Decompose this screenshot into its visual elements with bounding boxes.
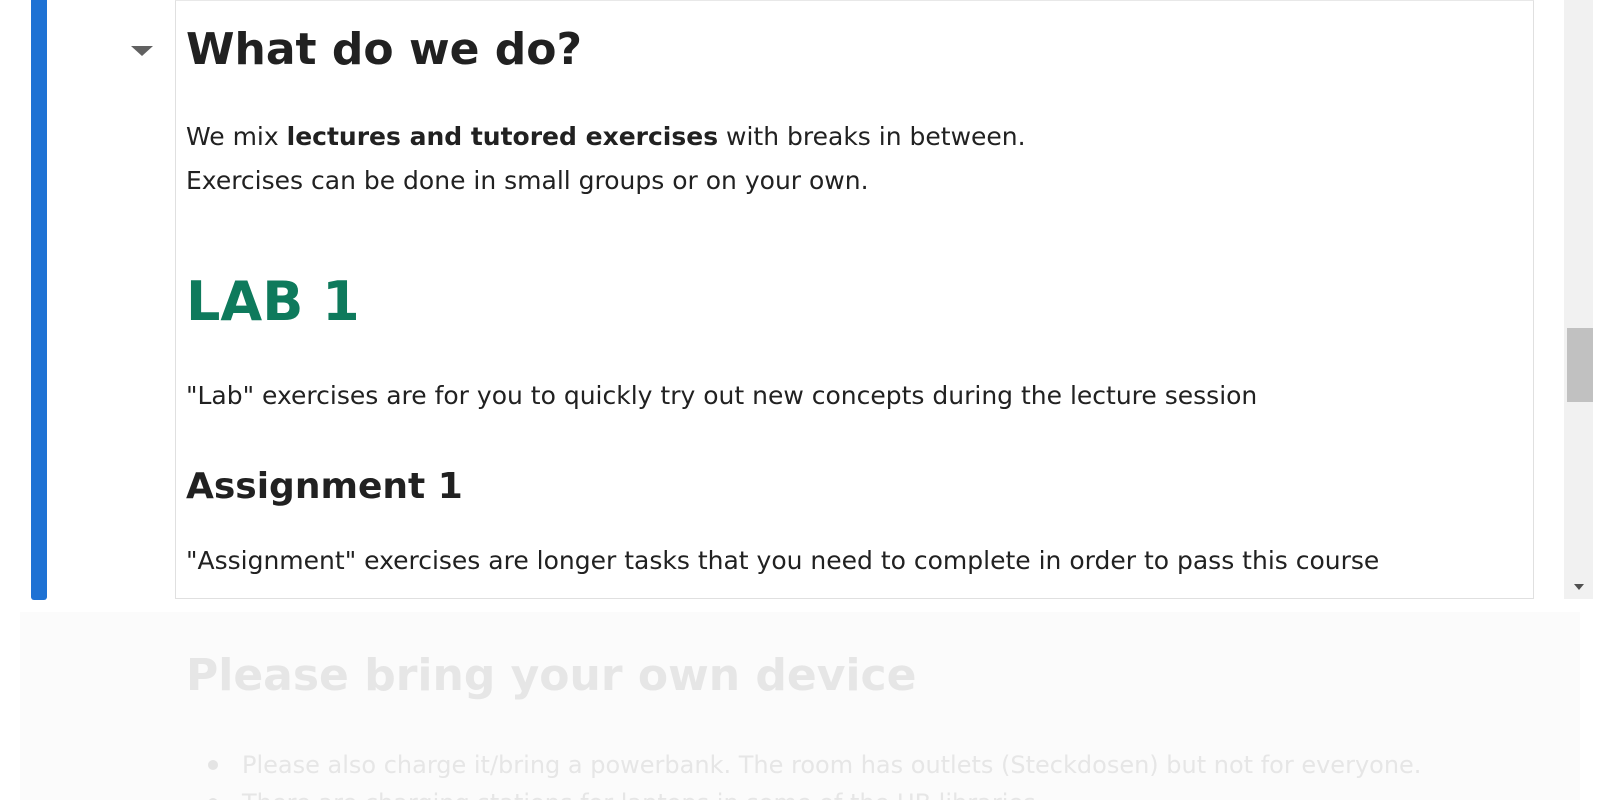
- section-heading: What do we do?: [186, 24, 582, 75]
- caret-down-icon[interactable]: [131, 46, 153, 56]
- intro-text-bold: lectures and tutored exercises: [286, 122, 719, 151]
- scrollbar-thumb[interactable]: [1567, 328, 1593, 402]
- intro-text-post: with breaks in between.: [718, 122, 1026, 151]
- markdown-cell[interactable]: [175, 0, 1534, 599]
- assignment-heading: Assignment 1: [186, 466, 463, 507]
- next-cell[interactable]: Please bring your own device Please also…: [20, 612, 1580, 800]
- cell-scrollbar[interactable]: [1564, 0, 1593, 599]
- lab-description: "Lab" exercises are for you to quickly t…: [186, 381, 1258, 410]
- list-item: Please also charge it/bring a powerbank.…: [186, 746, 1421, 784]
- scroll-down-arrow-icon[interactable]: [1574, 584, 1584, 590]
- next-cell-list: Please also charge it/bring a powerbank.…: [186, 746, 1421, 800]
- lab-heading: LAB 1: [186, 270, 360, 333]
- next-cell-heading: Please bring your own device: [186, 650, 917, 701]
- assignment-description: "Assignment" exercises are longer tasks …: [186, 546, 1380, 575]
- cell-selection-bar[interactable]: [31, 0, 47, 600]
- intro-text-pre: We mix: [186, 122, 287, 151]
- intro-line-2: Exercises can be done in small groups or…: [186, 166, 869, 195]
- list-item: There are charging stations for laptops …: [186, 784, 1421, 800]
- notebook-page: What do we do? We mix lectures and tutor…: [0, 0, 1600, 800]
- intro-line-1: We mix lectures and tutored exercises wi…: [186, 122, 1026, 151]
